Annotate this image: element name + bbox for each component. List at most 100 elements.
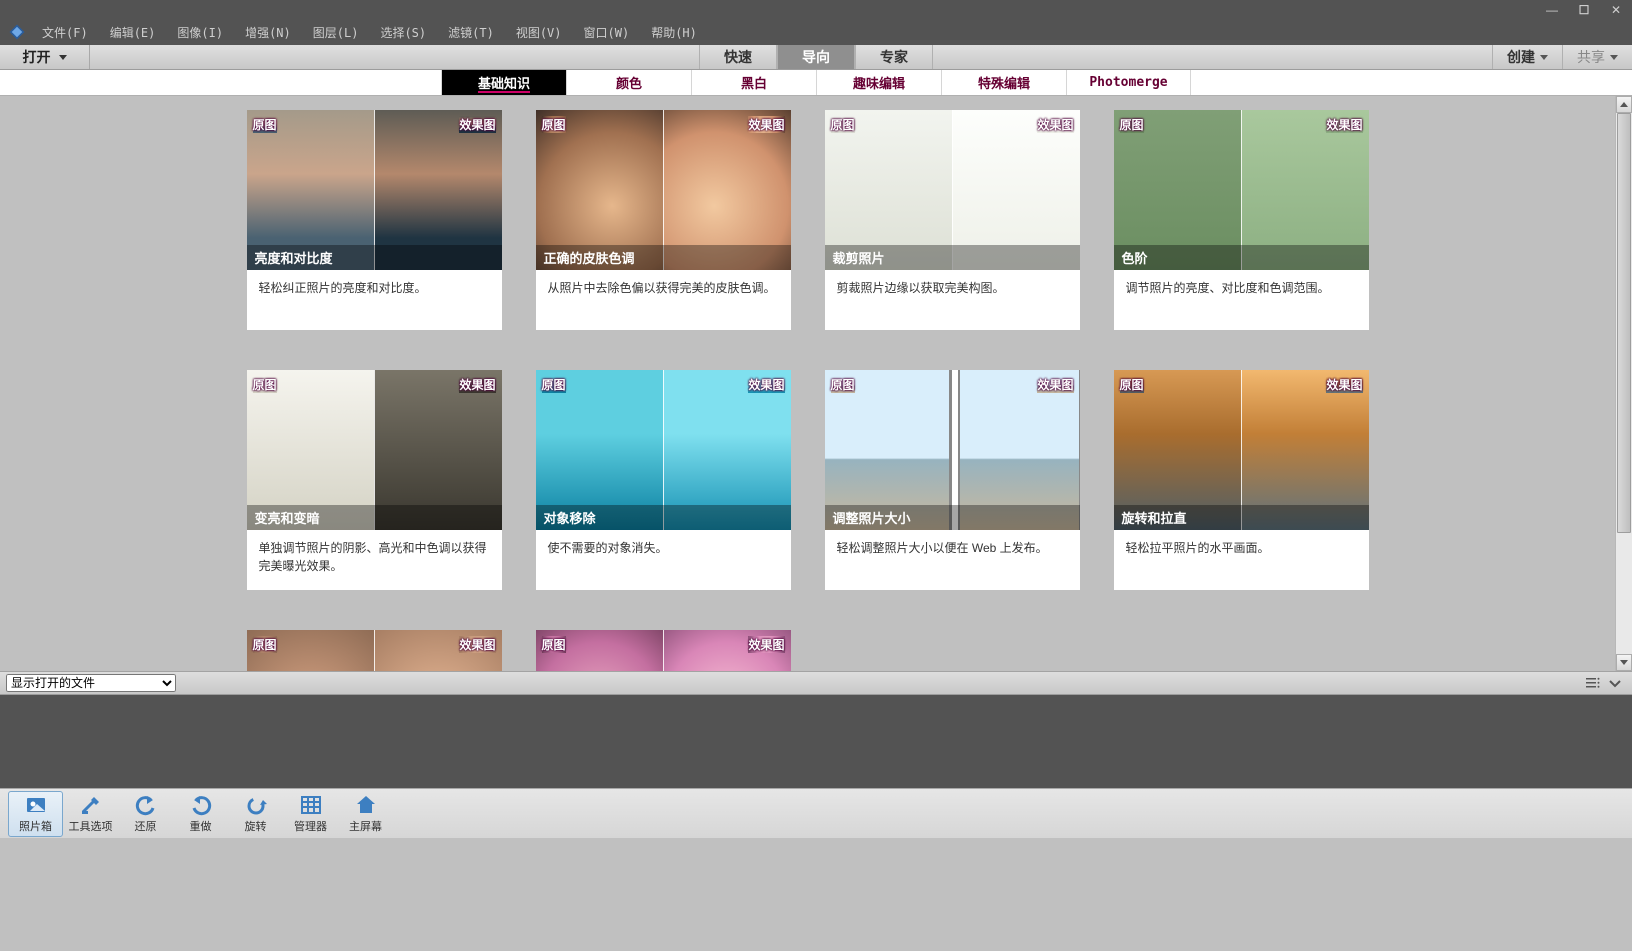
menu-item-8[interactable]: 窗口(W): [574, 20, 640, 45]
action-photo[interactable]: 照片箱: [8, 791, 63, 837]
action-rotate[interactable]: 旋转: [228, 791, 283, 837]
category-tab-1[interactable]: 颜色: [566, 70, 691, 95]
card-thumb: 原图 效果图: [247, 630, 502, 671]
category-bar: 基础知识颜色黑白趣味编辑特殊编辑Photomerge: [0, 70, 1632, 96]
after-tag: 效果图: [459, 116, 495, 133]
action-redo[interactable]: 重做: [173, 791, 228, 837]
action-grid[interactable]: 管理器: [283, 791, 338, 837]
menu-item-2[interactable]: 图像(I): [167, 20, 233, 45]
action-undo[interactable]: 还原: [118, 791, 173, 837]
before-tag: 原图: [542, 116, 566, 133]
vertical-scrollbar[interactable]: [1615, 96, 1632, 671]
card-thumb: 原图 效果图 对象移除: [536, 370, 791, 530]
guided-card-6[interactable]: 原图 效果图 调整照片大小 轻松调整照片大小以便在 Web 上发布。: [825, 370, 1080, 590]
photobin-list-icon[interactable]: [1582, 674, 1604, 692]
before-tag: 原图: [831, 376, 855, 393]
rotate-icon: [245, 794, 267, 816]
after-tag: 效果图: [1326, 116, 1362, 133]
before-tag: 原图: [1120, 116, 1144, 133]
photo-icon: [25, 794, 47, 816]
menu-item-7[interactable]: 视图(V): [506, 20, 572, 45]
guided-card-7[interactable]: 原图 效果图 旋转和拉直 轻松拉平照片的水平画面。: [1114, 370, 1369, 590]
action-tools[interactable]: 工具选项: [63, 791, 118, 837]
card-title: 正确的皮肤色调: [536, 245, 791, 270]
card-thumb: 原图 效果图 正确的皮肤色调: [536, 110, 791, 270]
action-label: 还原: [135, 818, 157, 834]
card-thumb: 原图 效果图 旋转和拉直: [1114, 370, 1369, 530]
mode-tab-1[interactable]: 导向: [777, 45, 855, 69]
card-title: 变亮和变暗: [247, 505, 502, 530]
mode-tab-2[interactable]: 专家: [855, 45, 933, 69]
mode-bar: 打开 快速导向专家 创建共享: [0, 45, 1632, 70]
menu-item-0[interactable]: 文件(F): [32, 20, 98, 45]
card-title: 色阶: [1114, 245, 1369, 270]
card-thumb: 原图 效果图 变亮和变暗: [247, 370, 502, 530]
card-thumb: 原图 效果图 调整照片大小: [825, 370, 1080, 530]
guided-card-3[interactable]: 原图 效果图 色阶 调节照片的亮度、对比度和色调范围。: [1114, 110, 1369, 330]
card-title: 裁剪照片: [825, 245, 1080, 270]
photobin-file-select[interactable]: 显示打开的文件: [6, 674, 176, 692]
photobin-header: 显示打开的文件: [0, 671, 1632, 695]
card-desc: 剪裁照片边缘以获取完美构图。: [825, 270, 1080, 330]
guided-card-0[interactable]: 原图 效果图 亮度和对比度 轻松纠正照片的亮度和对比度。: [247, 110, 502, 330]
before-tag: 原图: [253, 636, 277, 653]
mode-right-0[interactable]: 创建: [1492, 45, 1562, 69]
open-button[interactable]: 打开: [0, 45, 90, 69]
action-label: 管理器: [294, 818, 327, 834]
after-tag: 效果图: [459, 376, 495, 393]
menu-item-6[interactable]: 滤镜(T): [438, 20, 504, 45]
category-tab-3[interactable]: 趣味编辑: [816, 70, 941, 95]
card-thumb: 原图 效果图: [536, 630, 791, 671]
card-desc: 轻松纠正照片的亮度和对比度。: [247, 270, 502, 330]
category-tab-0[interactable]: 基础知识: [441, 70, 566, 95]
tools-icon: [80, 794, 102, 816]
card-desc: 从照片中去除色偏以获得完美的皮肤色调。: [536, 270, 791, 330]
menu-item-1[interactable]: 编辑(E): [100, 20, 166, 45]
menu-item-5[interactable]: 选择(S): [370, 20, 436, 45]
home-icon: [355, 794, 377, 816]
action-home[interactable]: 主屏幕: [338, 791, 393, 837]
card-desc: 单独调节照片的阴影、高光和中色调以获得完美曝光效果。: [247, 530, 502, 590]
menu-bar: 文件(F)编辑(E)图像(I)增强(N)图层(L)选择(S)滤镜(T)视图(V)…: [0, 19, 1632, 45]
window-title-bar: — ☐ ✕: [0, 0, 1632, 19]
guided-card-4[interactable]: 原图 效果图 变亮和变暗 单独调节照片的阴影、高光和中色调以获得完美曝光效果。: [247, 370, 502, 590]
mode-tab-0[interactable]: 快速: [699, 45, 777, 69]
photobin-area: [0, 695, 1632, 788]
card-title: 对象移除: [536, 505, 791, 530]
mode-right-1[interactable]: 共享: [1562, 45, 1632, 69]
grid-icon: [300, 794, 322, 816]
card-desc: 调节照片的亮度、对比度和色调范围。: [1114, 270, 1369, 330]
card-title: 调整照片大小: [825, 505, 1080, 530]
action-label: 主屏幕: [349, 818, 382, 834]
menu-item-4[interactable]: 图层(L): [303, 20, 369, 45]
guided-card-5[interactable]: 原图 效果图 对象移除 使不需要的对象消失。: [536, 370, 791, 590]
guided-card-1[interactable]: 原图 效果图 正确的皮肤色调 从照片中去除色偏以获得完美的皮肤色调。: [536, 110, 791, 330]
category-tab-4[interactable]: 特殊编辑: [941, 70, 1066, 95]
after-tag: 效果图: [1037, 116, 1073, 133]
after-tag: 效果图: [748, 376, 784, 393]
scroll-down-button[interactable]: [1616, 654, 1632, 671]
category-tab-5[interactable]: Photomerge: [1066, 70, 1191, 95]
window-minimize-button[interactable]: —: [1536, 0, 1568, 19]
window-maximize-button[interactable]: ☐: [1568, 0, 1600, 19]
after-tag: 效果图: [1326, 376, 1362, 393]
card-desc: 轻松拉平照片的水平画面。: [1114, 530, 1369, 590]
scroll-up-button[interactable]: [1616, 96, 1632, 113]
card-thumb: 原图 效果图 亮度和对比度: [247, 110, 502, 270]
after-tag: 效果图: [748, 636, 784, 653]
guided-card-2[interactable]: 原图 效果图 裁剪照片 剪裁照片边缘以获取完美构图。: [825, 110, 1080, 330]
menu-item-9[interactable]: 帮助(H): [641, 20, 707, 45]
guided-card-8[interactable]: 原图 效果图: [247, 630, 502, 671]
photobin-collapse-icon[interactable]: [1604, 674, 1626, 692]
menu-item-3[interactable]: 增强(N): [235, 20, 301, 45]
scroll-thumb[interactable]: [1617, 113, 1631, 533]
redo-icon: [190, 794, 212, 816]
after-tag: 效果图: [1037, 376, 1073, 393]
category-tab-2[interactable]: 黑白: [691, 70, 816, 95]
action-label: 照片箱: [19, 818, 52, 834]
card-title: 亮度和对比度: [247, 245, 502, 270]
guided-card-9[interactable]: 原图 效果图: [536, 630, 791, 671]
open-label: 打开: [23, 47, 51, 67]
undo-icon: [135, 794, 157, 816]
window-close-button[interactable]: ✕: [1600, 0, 1632, 19]
